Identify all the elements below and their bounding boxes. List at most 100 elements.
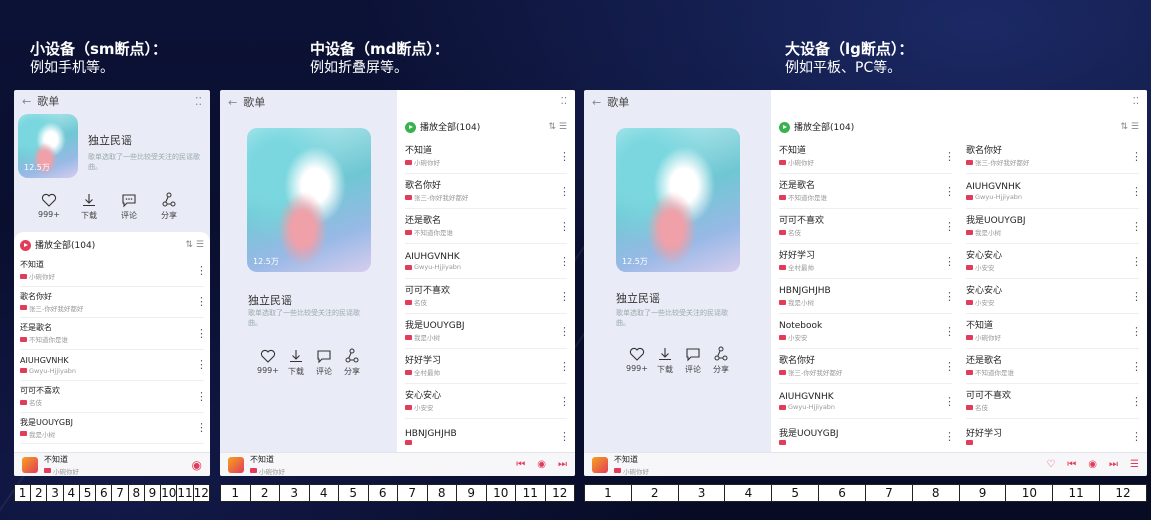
song-row[interactable]: 歌名你好 张三-你好我好都好 ⋮: [966, 139, 1142, 174]
playlist-cover[interactable]: 12.5万: [18, 114, 78, 178]
song-more-icon[interactable]: ⋮: [1131, 256, 1142, 267]
sort-icon[interactable]: ⇅ ☰: [1121, 122, 1139, 132]
sort-icon[interactable]: ⇅ ☰: [549, 122, 567, 132]
sort-icon[interactable]: ⇅ ☰: [186, 240, 204, 250]
share-button[interactable]: 分享: [156, 192, 182, 221]
play-pause-icon[interactable]: ◉: [537, 459, 546, 470]
like-button[interactable]: 999+: [624, 346, 650, 375]
more-dots-icon[interactable]: ⁚⁚: [779, 96, 1139, 110]
play-all-button[interactable]: 播放全部(104): [20, 238, 95, 251]
song-row[interactable]: 可可不喜欢 名伎 ⋮: [20, 381, 207, 413]
song-row[interactable]: 不知道 小碗你好 ⋮: [20, 255, 207, 287]
song-row[interactable]: 好好学习 全村最帅 ⋮: [405, 349, 570, 384]
song-more-icon[interactable]: ⋮: [559, 151, 570, 162]
song-row[interactable]: AIUHGVNHK Gwyu-Hjjiyabn ⋮: [779, 384, 955, 419]
song-row[interactable]: AIUHGVNHK Gwyu-Hjjiyabn ⋮: [966, 174, 1142, 209]
share-button[interactable]: 分享: [708, 346, 734, 375]
song-row[interactable]: 还是歌名 不知道你是谁 ⋮: [405, 209, 570, 244]
song-row[interactable]: HBNJGHJHB ⋮: [405, 419, 570, 454]
song-row[interactable]: 歌名你好 张三-你好我好都好 ⋮: [405, 174, 570, 209]
song-row[interactable]: 我是UOUYGBJ 我是小树 ⋮: [405, 314, 570, 349]
back-arrow-icon[interactable]: ←: [592, 96, 601, 109]
previous-icon[interactable]: ⏮: [1067, 459, 1076, 470]
song-row[interactable]: 我是UOUYGBJ 我是小树 ⋮: [20, 413, 207, 444]
song-row[interactable]: Notebook 小安安 ⋮: [779, 314, 955, 349]
play-pause-icon[interactable]: ◉: [1088, 459, 1097, 470]
song-row[interactable]: 不知道 小碗你好 ⋮: [779, 139, 955, 174]
song-more-icon[interactable]: ⋮: [559, 186, 570, 197]
song-more-icon[interactable]: ⋮: [559, 396, 570, 407]
song-row[interactable]: AIUHGVNHK Gwyu-Hjjiyabn ⋮: [405, 244, 570, 279]
song-row[interactable]: 可可不喜欢 名伎 ⋮: [779, 209, 955, 244]
song-row[interactable]: 我是UOUYGBJ 我是小树 ⋮: [966, 209, 1142, 244]
play-all-button[interactable]: 播放全部(104): [405, 120, 480, 133]
song-row[interactable]: 可可不喜欢 名伎 ⋮: [966, 384, 1142, 419]
song-more-icon[interactable]: ⋮: [944, 326, 955, 337]
song-row[interactable]: 好好学习 全村最帅 ⋮: [779, 244, 955, 279]
song-more-icon[interactable]: ⋮: [559, 361, 570, 372]
comment-button[interactable]: 评论: [311, 348, 337, 377]
song-row[interactable]: 还是歌名 不知道你是谁 ⋮: [20, 318, 207, 350]
song-more-icon[interactable]: ⋮: [944, 396, 955, 407]
song-more-icon[interactable]: ⋮: [196, 391, 207, 402]
song-row[interactable]: 安心安心 小安安 ⋮: [966, 244, 1142, 279]
song-row[interactable]: 好好学习 ⋮: [966, 419, 1142, 454]
song-more-icon[interactable]: ⋮: [1131, 431, 1142, 442]
back-arrow-icon[interactable]: ←: [22, 95, 31, 108]
song-more-icon[interactable]: ⋮: [196, 422, 207, 433]
playlist-cover[interactable]: 12.5万: [247, 128, 371, 272]
comment-button[interactable]: 评论: [116, 192, 142, 221]
song-more-icon[interactable]: ⋮: [1131, 326, 1142, 337]
more-dots-icon[interactable]: ⁚⁚: [405, 96, 567, 110]
more-dots-icon[interactable]: ⁚⁚: [195, 95, 202, 108]
back-arrow-icon[interactable]: ←: [228, 96, 237, 109]
song-row[interactable]: 歌名你好 张三-你好我好都好 ⋮: [779, 349, 955, 384]
song-more-icon[interactable]: ⋮: [196, 265, 207, 276]
song-row[interactable]: 歌名你好 张三-你好我好都好 ⋮: [20, 287, 207, 318]
download-button[interactable]: 下载: [76, 192, 102, 221]
song-row[interactable]: 还是歌名 不知道你是谁 ⋮: [966, 349, 1142, 384]
song-row[interactable]: 不知道 小碗你好 ⋮: [405, 139, 570, 174]
song-more-icon[interactable]: ⋮: [196, 328, 207, 339]
song-more-icon[interactable]: ⋮: [1131, 221, 1142, 232]
song-row[interactable]: 安心安心 小安安 ⋮: [405, 384, 570, 419]
song-more-icon[interactable]: ⋮: [944, 256, 955, 267]
song-more-icon[interactable]: ⋮: [559, 291, 570, 302]
song-more-icon[interactable]: ⋮: [944, 151, 955, 162]
song-more-icon[interactable]: ⋮: [196, 359, 207, 370]
song-more-icon[interactable]: ⋮: [1131, 396, 1142, 407]
comment-button[interactable]: 评论: [680, 346, 706, 375]
song-row[interactable]: 不知道 小碗你好 ⋮: [966, 314, 1142, 349]
song-more-icon[interactable]: ⋮: [559, 326, 570, 337]
song-more-icon[interactable]: ⋮: [944, 291, 955, 302]
next-icon[interactable]: ⏭: [1109, 459, 1118, 470]
song-more-icon[interactable]: ⋮: [1131, 291, 1142, 302]
play-pause-icon[interactable]: ◉: [192, 458, 202, 472]
like-button[interactable]: 999+: [36, 192, 62, 221]
song-more-icon[interactable]: ⋮: [196, 296, 207, 307]
song-more-icon[interactable]: ⋮: [944, 186, 955, 197]
like-button[interactable]: 999+: [255, 348, 281, 377]
favorite-heart-icon[interactable]: ♡: [1046, 459, 1055, 470]
song-more-icon[interactable]: ⋮: [944, 221, 955, 232]
song-row[interactable]: 可可不喜欢 名伎 ⋮: [405, 279, 570, 314]
download-button[interactable]: 下载: [652, 346, 678, 375]
song-more-icon[interactable]: ⋮: [1131, 361, 1142, 372]
song-row[interactable]: HBNJGHJHB 我是小树 ⋮: [779, 279, 955, 314]
song-more-icon[interactable]: ⋮: [1131, 151, 1142, 162]
song-row[interactable]: 还是歌名 不知道你是谁 ⋮: [779, 174, 955, 209]
song-more-icon[interactable]: ⋮: [559, 256, 570, 267]
next-icon[interactable]: ⏭: [558, 459, 567, 470]
song-row[interactable]: 我是UOUYGBJ ⋮: [779, 419, 955, 454]
song-row[interactable]: AIUHGVNHK Gwyu-Hjjiyabn ⋮: [20, 350, 207, 381]
song-row[interactable]: 安心安心 小安安 ⋮: [966, 279, 1142, 314]
song-more-icon[interactable]: ⋮: [944, 431, 955, 442]
playlist-cover[interactable]: 12.5万: [616, 128, 740, 272]
previous-icon[interactable]: ⏮: [516, 459, 525, 470]
playlist-queue-icon[interactable]: ☰: [1130, 459, 1139, 470]
song-more-icon[interactable]: ⋮: [559, 431, 570, 442]
share-button[interactable]: 分享: [339, 348, 365, 377]
song-more-icon[interactable]: ⋮: [559, 221, 570, 232]
song-more-icon[interactable]: ⋮: [1131, 186, 1142, 197]
download-button[interactable]: 下载: [283, 348, 309, 377]
